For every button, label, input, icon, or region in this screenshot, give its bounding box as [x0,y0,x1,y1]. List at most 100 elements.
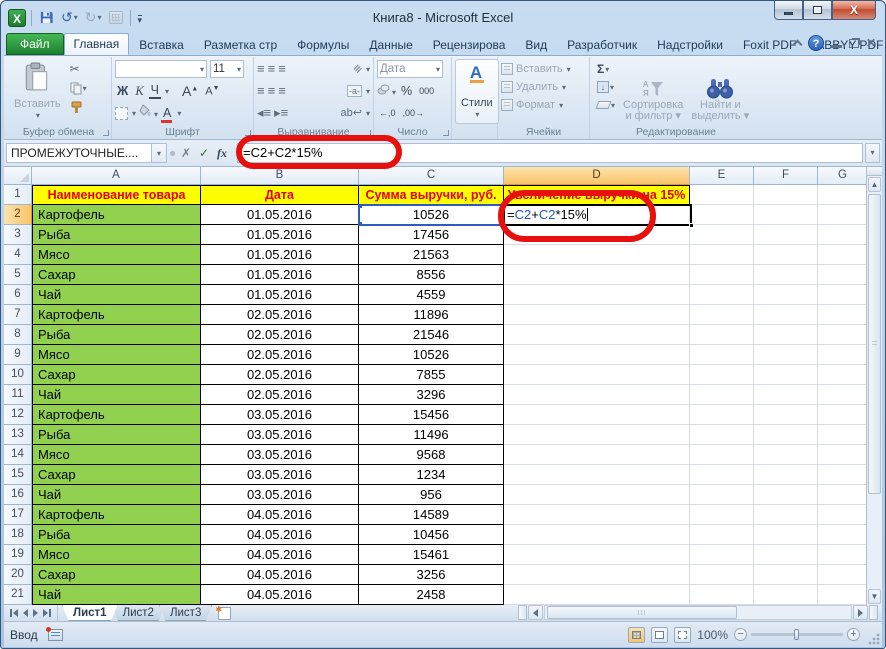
align-center-button[interactable]: ≡ [268,84,276,97]
tab-review[interactable]: Рецензирова [423,34,516,55]
cell-A6[interactable]: Чай [32,285,201,305]
cell-B5[interactable]: 01.05.2016 [201,265,359,285]
normal-view-button[interactable] [628,626,646,643]
cell-G20[interactable] [818,565,868,585]
row-header-11[interactable]: 11 [4,385,32,405]
cell-C5[interactable]: 8556 [359,265,504,285]
cell-D10[interactable] [504,365,690,385]
cell-G14[interactable] [818,445,868,465]
cell-A9[interactable]: Мясо [32,345,201,365]
fill-color-button[interactable]: ▾ [139,104,158,122]
next-sheet-button[interactable] [33,609,38,617]
clear-button[interactable]: ▾ [595,97,617,113]
cell-D19[interactable] [504,545,690,565]
cell-E4[interactable] [690,245,754,265]
cell-C14[interactable]: 9568 [359,445,504,465]
cell-G8[interactable] [818,325,868,345]
cell-C2[interactable]: 10526 [359,205,504,225]
cell-F20[interactable] [754,565,818,585]
bold-button[interactable]: Ж [115,84,130,98]
cell-D14[interactable] [504,445,690,465]
wrap-text-button[interactable]: ab↩ [341,108,362,119]
cancel-entry-button[interactable]: ✗ [177,146,195,160]
cell-E20[interactable] [690,565,754,585]
cell-C15[interactable]: 1234 [359,465,504,485]
save-button[interactable] [37,9,56,27]
cell-E3[interactable] [690,225,754,245]
cell-C11[interactable]: 3296 [359,385,504,405]
row-header-12[interactable]: 12 [4,405,32,425]
cell-A3[interactable]: Рыба [32,225,201,245]
row-header-4[interactable]: 4 [4,245,32,265]
workbook-minimize-icon[interactable] [830,45,842,48]
italic-button[interactable]: К [133,84,145,99]
last-sheet-button[interactable] [43,609,51,617]
tab-insert[interactable]: Вставка [129,34,194,55]
cell-A4[interactable]: Мясо [32,245,201,265]
cell-D6[interactable] [504,285,690,305]
cell-C3[interactable]: 17456 [359,225,504,245]
cell-E11[interactable] [690,385,754,405]
cell-D4[interactable] [504,245,690,265]
cell-F2[interactable] [754,205,818,225]
cell-A18[interactable]: Рыба [32,525,201,545]
cell-B2[interactable]: 01.05.2016 [201,205,359,225]
cell-G21[interactable] [818,585,868,605]
cell-E1[interactable] [690,185,754,205]
cell-D12[interactable] [504,405,690,425]
row-header-6[interactable]: 6 [4,285,32,305]
cell-A5[interactable]: Сахар [32,265,201,285]
cell-F13[interactable] [754,425,818,445]
cell-F14[interactable] [754,445,818,465]
row-header-14[interactable]: 14 [4,445,32,465]
font-size-select[interactable]: 11 ▾ [210,60,244,78]
scrollbar-split-handle[interactable] [869,605,878,620]
cell-G9[interactable] [818,345,868,365]
comma-style-button[interactable]: 000 [417,86,436,96]
zoom-track[interactable] [751,629,843,640]
cell-C18[interactable]: 10456 [359,525,504,545]
cell-D18[interactable] [504,525,690,545]
collapse-ribbon-icon[interactable] [792,39,803,50]
vertical-scroll-thumb[interactable] [868,194,881,494]
cell-B17[interactable]: 04.05.2016 [201,505,359,525]
cell-E14[interactable] [690,445,754,465]
cell-F18[interactable] [754,525,818,545]
column-header-B[interactable]: B [201,167,359,185]
cell-E21[interactable] [690,585,754,605]
redo-button[interactable]: ↻ ▾ [83,9,104,27]
column-header-F[interactable]: F [754,167,818,185]
cell-G4[interactable] [818,245,868,265]
row-header-19[interactable]: 19 [4,545,32,565]
cell-G1[interactable] [818,185,868,205]
cell-C13[interactable]: 11496 [359,425,504,445]
cell-E17[interactable] [690,505,754,525]
cell-C7[interactable]: 11896 [359,305,504,325]
cell-D11[interactable] [504,385,690,405]
name-box[interactable]: ПРОМЕЖУТОЧНЫЕ.... [6,143,152,163]
select-all-corner[interactable] [4,167,32,185]
orientation-button[interactable]: ≡ [350,61,366,77]
number-format-select[interactable]: Дата ▾ [377,60,443,78]
cell-G5[interactable] [818,265,868,285]
cell-A7[interactable]: Картофель [32,305,201,325]
cell-F12[interactable] [754,405,818,425]
cell-B10[interactable]: 02.05.2016 [201,365,359,385]
tab-formulas[interactable]: Формулы [287,34,359,55]
cell-B19[interactable]: 04.05.2016 [201,545,359,565]
cell-F21[interactable] [754,585,818,605]
cell-B3[interactable]: 01.05.2016 [201,225,359,245]
cell-F9[interactable] [754,345,818,365]
cell-A19[interactable]: Мясо [32,545,201,565]
cell-B8[interactable]: 02.05.2016 [201,325,359,345]
cell-G7[interactable] [818,305,868,325]
zoom-thumb[interactable] [794,629,799,640]
cell-A1[interactable]: Наименование товара [32,185,201,205]
cell-D21[interactable] [504,585,690,605]
insert-worksheet-button[interactable] [214,605,238,621]
cell-B16[interactable]: 03.05.2016 [201,485,359,505]
paste-button[interactable]: Вставить ▾ [9,59,66,124]
cell-B11[interactable]: 02.05.2016 [201,385,359,405]
tab-add-ins[interactable]: Надстройки [647,34,733,55]
cell-A10[interactable]: Сахар [32,365,201,385]
